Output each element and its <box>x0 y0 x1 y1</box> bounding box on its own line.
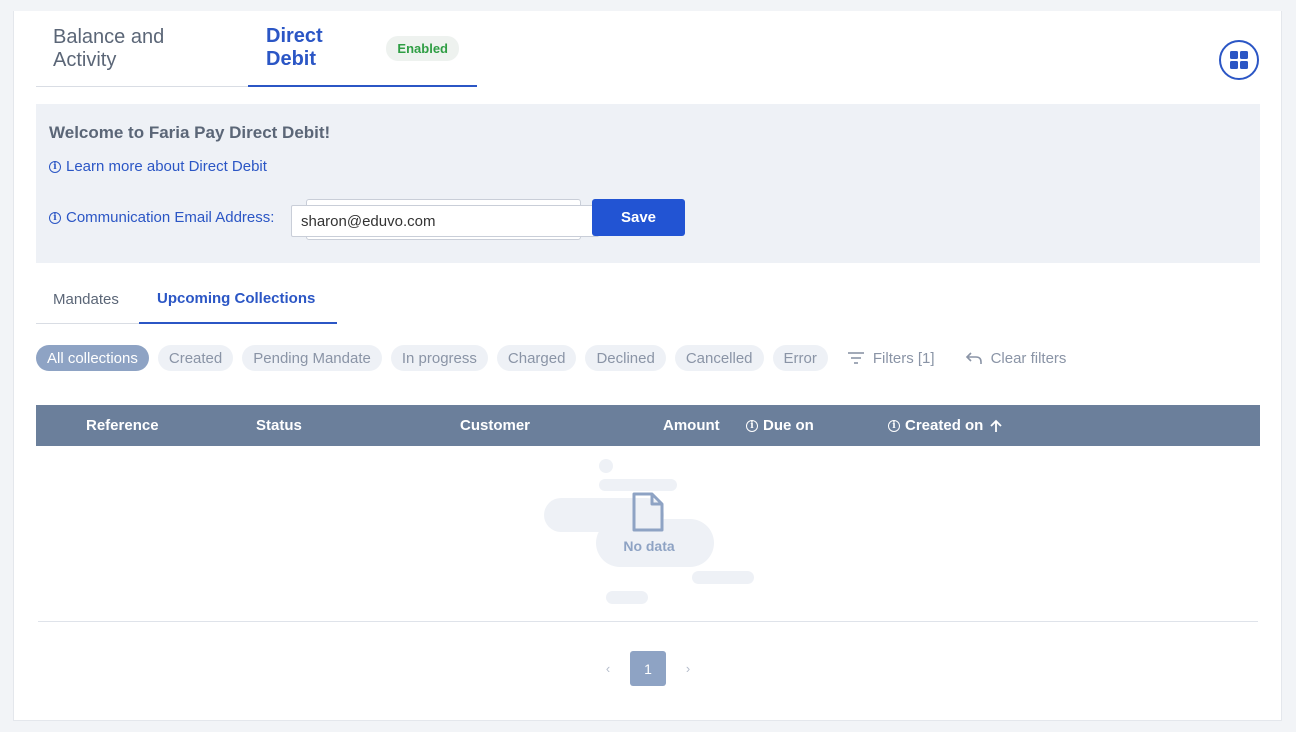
email-label: i Communication Email Address: <box>49 209 274 226</box>
chip-error[interactable]: Error <box>772 345 828 371</box>
filters-label: Filters [1] <box>872 349 935 367</box>
chip-cancelled[interactable]: Cancelled <box>674 345 764 371</box>
tab-direct-debit-label: Direct Debit <box>266 25 323 70</box>
chip-in-progress[interactable]: In progress <box>390 345 488 371</box>
welcome-title: Welcome to Faria Pay Direct Debit! <box>49 123 331 142</box>
chip-charged[interactable]: Charged <box>496 345 577 371</box>
clear-filters-label: Clear filters <box>990 349 1067 367</box>
sort-ascending-icon <box>990 419 1002 432</box>
chip-all-collections[interactable]: All collections <box>36 345 149 371</box>
email-label-text: Communication Email Address: <box>66 209 275 226</box>
info-icon: i <box>888 419 900 432</box>
next-page-button[interactable]: › <box>679 651 697 686</box>
table-divider <box>38 621 1258 622</box>
grid-icon <box>1230 51 1248 69</box>
col-due-on[interactable]: i Due on <box>746 405 814 446</box>
col-created-on-label: Created on <box>905 417 984 434</box>
page-1-button[interactable]: 1 <box>630 651 666 686</box>
info-icon: i <box>746 419 758 432</box>
info-icon: i <box>49 160 61 173</box>
table-header: Reference Status Customer Amount i Due o… <box>36 405 1260 446</box>
tab-direct-debit[interactable]: Direct Debit Enabled <box>248 11 477 87</box>
tab-mandates[interactable]: Mandates <box>36 275 139 324</box>
chip-declined[interactable]: Declined <box>585 345 666 371</box>
save-button[interactable]: Save <box>592 199 685 236</box>
clear-filters-button[interactable]: Clear filters <box>965 349 1067 367</box>
tab-mandates-label: Mandates <box>53 290 119 308</box>
col-customer-label: Customer <box>460 417 531 434</box>
welcome-box: Welcome to Faria Pay Direct Debit! i Lea… <box>36 104 1260 263</box>
col-customer[interactable]: Customer <box>460 405 530 446</box>
file-icon <box>632 492 664 532</box>
col-amount-label: Amount <box>663 417 720 434</box>
empty-state-text: No data <box>623 538 675 554</box>
tab-balance-activity-label: Balance and Activity <box>53 25 165 71</box>
chip-pending-mandate[interactable]: Pending Mandate <box>242 345 382 371</box>
col-reference[interactable]: Reference <box>86 405 159 446</box>
tab-upcoming-collections-label: Upcoming Collections <box>157 290 316 307</box>
tab-upcoming-collections[interactable]: Upcoming Collections <box>139 275 337 324</box>
apps-grid-button[interactable] <box>1219 40 1259 80</box>
filters-button[interactable]: Filters [1] <box>847 350 935 367</box>
learn-more-label: Learn more about Direct Debit <box>66 158 267 175</box>
status-filter-bar: All collections Created Pending Mandate … <box>36 345 1086 371</box>
learn-more-link[interactable]: i Learn more about Direct Debit <box>49 158 267 175</box>
enabled-badge: Enabled <box>386 35 459 61</box>
col-status-label: Status <box>256 417 302 434</box>
tab-balance-activity[interactable]: Balance and Activity <box>36 11 248 87</box>
col-amount[interactable]: Amount <box>663 405 720 446</box>
info-icon: i <box>49 211 61 224</box>
col-reference-label: Reference <box>86 417 159 434</box>
filter-icon <box>847 352 864 364</box>
col-created-on[interactable]: i Created on <box>888 405 1003 446</box>
prev-page-button[interactable]: ‹ <box>599 651 617 686</box>
pagination: ‹ 1 › <box>599 651 697 686</box>
undo-icon <box>965 352 982 364</box>
email-field[interactable] <box>291 205 599 237</box>
sub-tabs: Mandates Upcoming Collections <box>36 275 337 324</box>
top-tabs: Balance and Activity Direct Debit Enable… <box>36 11 477 87</box>
col-due-on-label: Due on <box>763 417 814 434</box>
chip-created[interactable]: Created <box>157 345 234 371</box>
col-status[interactable]: Status <box>256 405 302 446</box>
main-panel: Balance and Activity Direct Debit Enable… <box>13 11 1282 721</box>
